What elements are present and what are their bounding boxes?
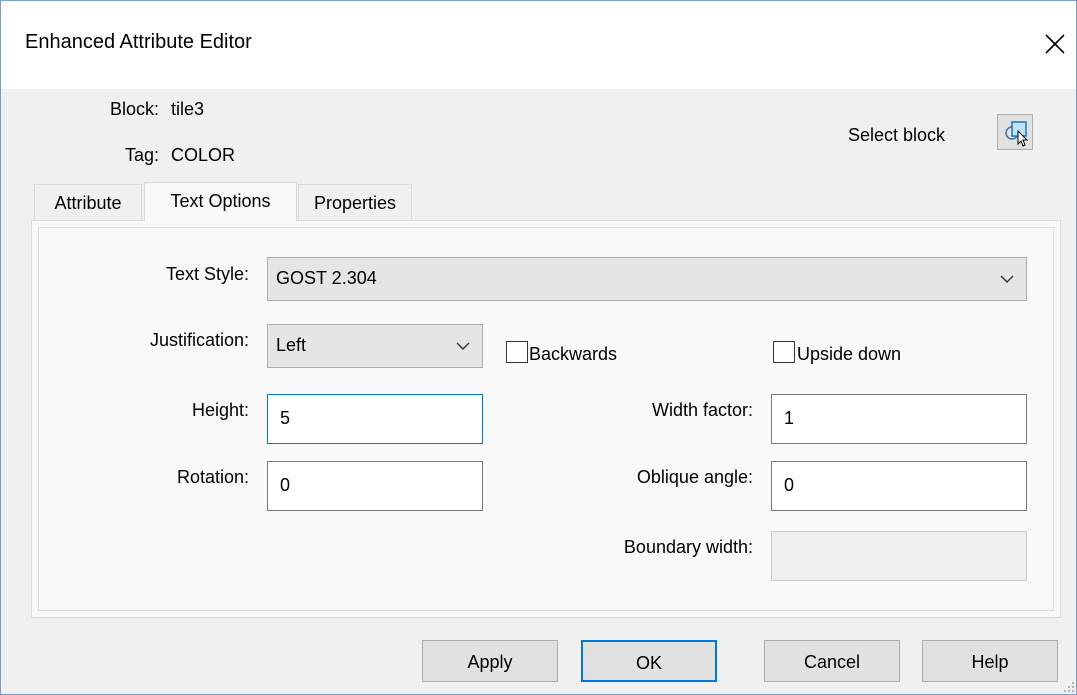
rotation-value: 0 <box>280 475 291 495</box>
cancel-button[interactable]: Cancel <box>764 640 900 682</box>
width-factor-value: 1 <box>784 408 795 428</box>
close-icon <box>1045 34 1065 54</box>
height-label: Height: <box>191 400 249 420</box>
resize-grip-icon[interactable] <box>1063 681 1075 693</box>
height-input[interactable]: 5 <box>267 394 483 444</box>
justification-select[interactable]: Left <box>267 324 483 368</box>
backwards-label[interactable]: Backwards <box>529 344 617 365</box>
chevron-down-icon <box>456 342 470 350</box>
text-style-select[interactable]: GOST 2.304 <box>267 257 1027 301</box>
tab-text-options[interactable]: Text Options <box>144 182 297 221</box>
help-button[interactable]: Help <box>922 640 1058 682</box>
rotation-input[interactable]: 0 <box>267 461 483 511</box>
upside-down-label[interactable]: Upside down <box>797 344 901 365</box>
text-style-label: Text Style: <box>165 264 249 284</box>
oblique-angle-input[interactable]: 0 <box>771 461 1027 511</box>
justification-value: Left <box>276 335 307 355</box>
block-value: tile3 <box>171 99 205 119</box>
select-block-button[interactable] <box>997 114 1033 150</box>
block-label: Block: <box>109 99 159 119</box>
title-bar: Enhanced Attribute Editor <box>1 1 1076 89</box>
tab-attribute-label: Attribute <box>54 193 122 213</box>
enhanced-attribute-editor-dialog: Enhanced Attribute Editor Block: tile3 T… <box>0 0 1077 695</box>
tag-value: COLOR <box>171 145 236 165</box>
upside-down-checkbox[interactable] <box>773 341 795 363</box>
close-button[interactable] <box>1032 21 1077 67</box>
select-block-label: Select block <box>848 125 946 145</box>
backwards-checkbox[interactable] <box>506 341 528 363</box>
help-button-label: Help <box>971 652 1009 672</box>
ok-button-label: OK <box>635 653 662 673</box>
apply-button-label: Apply <box>467 652 513 672</box>
height-value: 5 <box>280 408 291 428</box>
tab-text-options-label: Text Options <box>170 191 271 211</box>
oblique-angle-label: Oblique angle: <box>636 467 753 487</box>
justification-label: Justification: <box>149 330 249 350</box>
rotation-label: Rotation: <box>176 467 249 487</box>
window-title: Enhanced Attribute Editor <box>25 31 252 53</box>
tab-properties[interactable]: Properties <box>298 184 412 220</box>
width-factor-input[interactable]: 1 <box>771 394 1027 444</box>
cancel-button-label: Cancel <box>803 652 861 672</box>
tag-label: Tag: <box>124 145 159 165</box>
text-style-value: GOST 2.304 <box>276 268 377 288</box>
select-object-icon <box>1005 121 1029 147</box>
tab-properties-label: Properties <box>313 193 397 213</box>
boundary-width-label: Boundary width: <box>623 537 753 557</box>
tab-attribute[interactable]: Attribute <box>34 184 142 220</box>
chevron-down-icon <box>1000 275 1014 283</box>
apply-button[interactable]: Apply <box>422 640 558 682</box>
ok-button[interactable]: OK <box>581 640 717 682</box>
width-factor-label: Width factor: <box>651 400 753 420</box>
oblique-angle-value: 0 <box>784 475 795 495</box>
boundary-width-input <box>771 531 1027 581</box>
